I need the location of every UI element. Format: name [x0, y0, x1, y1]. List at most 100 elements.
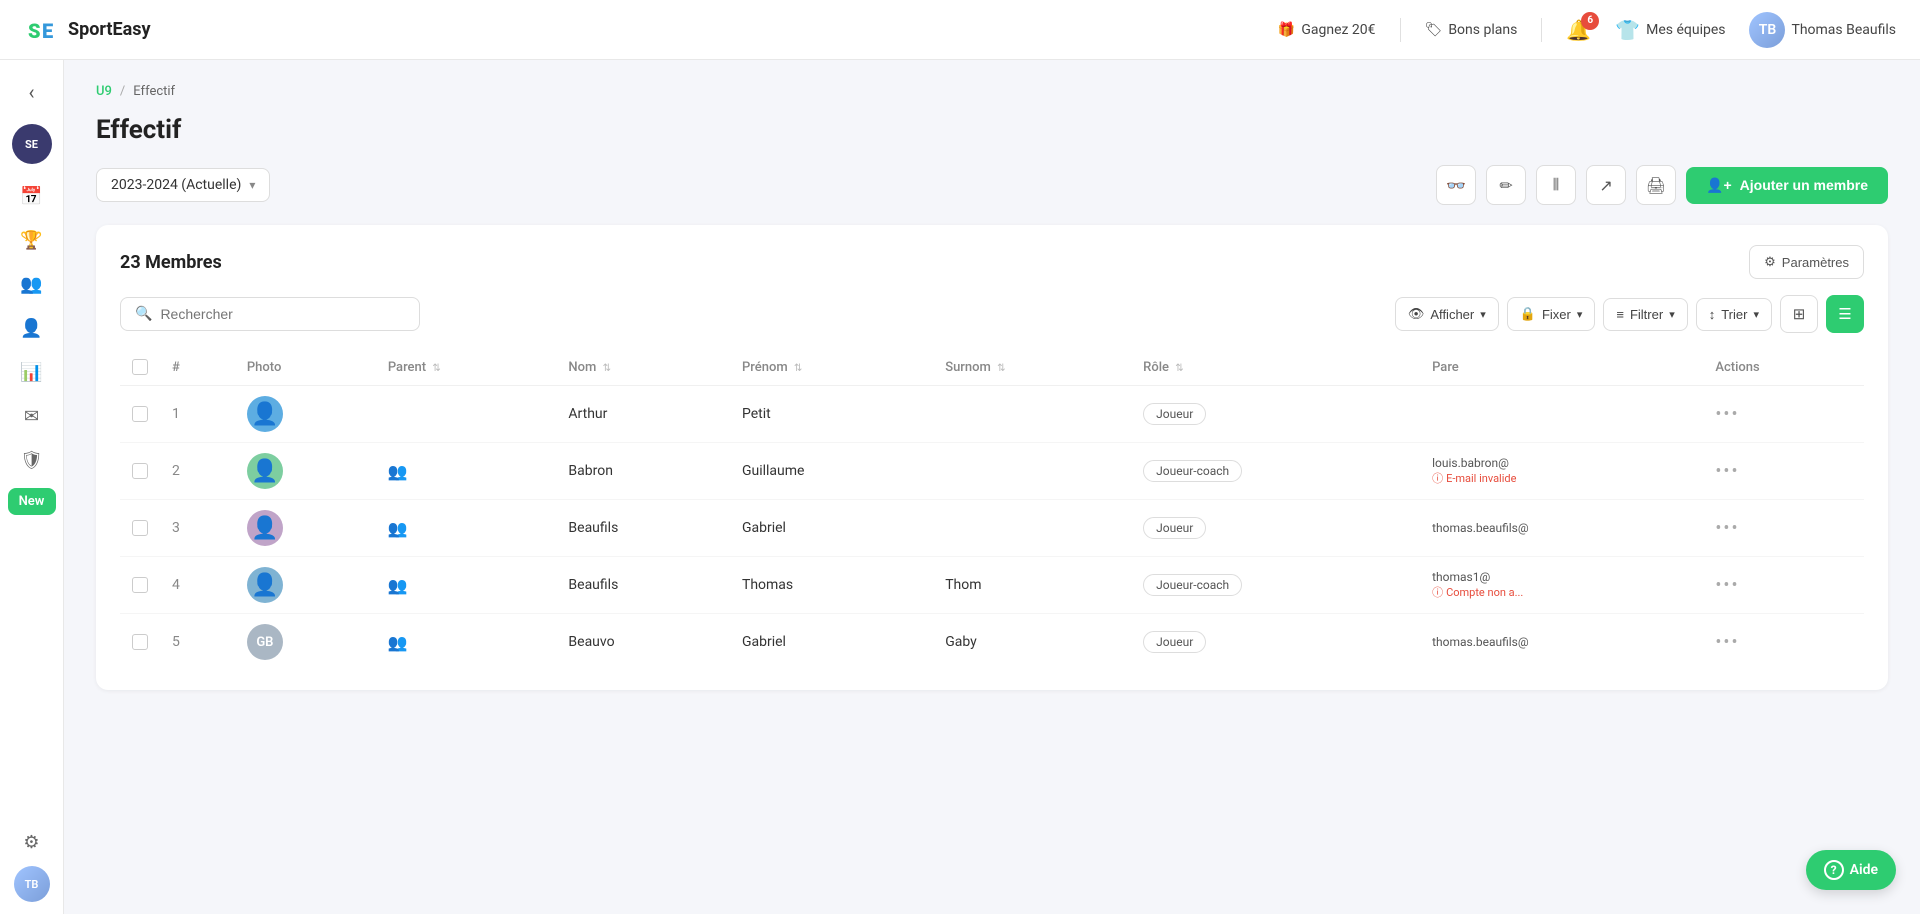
row-actions-2: ••• — [1703, 443, 1864, 500]
person-icon: 👤 — [20, 318, 42, 339]
sidebar-item-members[interactable]: 👥 — [12, 264, 52, 304]
user-menu[interactable]: TB Thomas Beaufils — [1749, 12, 1896, 48]
sidebar-back-button[interactable]: ‹ — [12, 72, 52, 112]
topnav: S E SportEasy 🎁 Gagnez 20€ 🏷 Bons plans … — [0, 0, 1920, 60]
filtrer-chevron-icon: ▾ — [1669, 308, 1675, 321]
trier-button[interactable]: ↕ Trier ▾ — [1696, 298, 1772, 331]
notifications-button[interactable]: 🔔 6 — [1566, 18, 1591, 42]
breadcrumb: U9 / Effectif — [96, 84, 1888, 99]
grid-icon: ⊞ — [1793, 305, 1806, 323]
search-input[interactable] — [160, 306, 405, 322]
list-view-button[interactable]: ☰ — [1826, 295, 1864, 333]
fixer-chevron-icon: ▾ — [1577, 308, 1583, 321]
th-parent: Parent ⇅ — [376, 349, 557, 386]
columns-icon: ⫼ — [1553, 177, 1559, 193]
season-selector[interactable]: 2023-2024 (Actuelle) ▾ — [96, 168, 270, 202]
more-button[interactable]: ••• — [1715, 518, 1739, 539]
row-surnom-3 — [933, 500, 1131, 557]
row-checkbox-3[interactable] — [132, 520, 148, 536]
role-badge: Joueur — [1143, 517, 1206, 539]
row-role-3: Joueur — [1131, 500, 1420, 557]
content-area: U9 / Effectif Effectif 2023-2024 (Actuel… — [64, 60, 1920, 914]
th-num: # — [160, 349, 235, 386]
afficher-button[interactable]: 👁 Afficher ▾ — [1395, 297, 1499, 331]
more-button[interactable]: ••• — [1715, 632, 1739, 653]
table-row: 4👤👥BeaufilsThomasThomJoueur-coachthomas1… — [120, 557, 1864, 614]
toolbar-actions: 👓 ✏ ⫼ ↗ 🖨 👤+ Ajouter un membre — [1436, 165, 1888, 205]
print-button[interactable]: 🖨 — [1636, 165, 1676, 205]
calendar-icon: 📅 — [20, 186, 42, 207]
more-button[interactable]: ••• — [1715, 461, 1739, 482]
th-role: Rôle ⇅ — [1131, 349, 1420, 386]
sidebar-item-chart[interactable]: 📊 — [12, 352, 52, 392]
row-checkbox-1[interactable] — [132, 406, 148, 422]
row-checkbox-2[interactable] — [132, 463, 148, 479]
filter-icon: ≡ — [1616, 307, 1624, 322]
eye-icon: 👁 — [1408, 306, 1425, 322]
teams-button[interactable]: 👕 Mes équipes — [1615, 18, 1725, 42]
row-parent-1 — [376, 386, 557, 443]
row-checkbox-4[interactable] — [132, 577, 148, 593]
row-actions-5: ••• — [1703, 614, 1864, 671]
row-parent-3: 👥 — [376, 500, 557, 557]
glasses-button[interactable]: 👓 — [1436, 165, 1476, 205]
help-button[interactable]: ? Aide — [1806, 850, 1896, 890]
filtrer-button[interactable]: ≡ Filtrer ▾ — [1603, 298, 1687, 331]
role-badge: Joueur — [1143, 403, 1206, 425]
glasses-icon: 👓 — [1446, 176, 1466, 195]
filter-actions: 👁 Afficher ▾ 🔒 Fixer ▾ ≡ Filtrer ▾ — [1395, 295, 1864, 333]
earn-button[interactable]: 🎁 Gagnez 20€ — [1278, 22, 1376, 38]
row-surnom-5: Gaby — [933, 614, 1131, 671]
season-label: 2023-2024 (Actuelle) — [111, 177, 241, 193]
add-member-button[interactable]: 👤+ Ajouter un membre — [1686, 167, 1888, 204]
gear-icon: ⚙ — [1764, 254, 1776, 270]
row-prenom-2: Guillaume — [730, 443, 933, 500]
table-row: 3👤👥BeaufilsGabrielJoueurthomas.beaufils@… — [120, 500, 1864, 557]
sidebar-item-mail[interactable]: ✉ — [12, 396, 52, 436]
lock-icon: 🔒 — [1520, 306, 1536, 322]
sidebar-user-avatar[interactable]: TB — [14, 866, 50, 902]
more-button[interactable]: ••• — [1715, 575, 1739, 596]
th-pare: Pare — [1420, 349, 1703, 386]
sidebar-item-calendar[interactable]: 📅 — [12, 176, 52, 216]
row-nom-5: Beauvo — [556, 614, 730, 671]
select-all-checkbox[interactable] — [132, 359, 148, 375]
notifications-badge: 6 — [1581, 12, 1599, 30]
share-button[interactable]: ↗ — [1586, 165, 1626, 205]
table-header: # Photo Parent ⇅ Nom ⇅ Prénom ⇅ Surnom ⇅… — [120, 349, 1864, 386]
tag-icon: 🏷 — [1425, 22, 1443, 38]
row-pare-5: thomas.beaufils@ — [1420, 614, 1703, 671]
row-num-2: 2 — [160, 443, 235, 500]
breadcrumb-current: Effectif — [133, 84, 175, 99]
deals-button[interactable]: 🏷 Bons plans — [1425, 22, 1518, 38]
row-nom-4: Beaufils — [556, 557, 730, 614]
row-role-2: Joueur-coach — [1131, 443, 1420, 500]
sidebar-item-person[interactable]: 👤 — [12, 308, 52, 348]
sidebar-settings-button[interactable]: ⚙ — [12, 822, 52, 862]
row-num-1: 1 — [160, 386, 235, 443]
sidebar-new-button[interactable]: New — [8, 488, 56, 515]
nav-divider-1 — [1400, 18, 1401, 42]
mail-icon: ✉ — [24, 406, 39, 427]
sidebar-item-trophy[interactable]: 🏆 — [12, 220, 52, 260]
row-photo-2: 👤 — [235, 443, 376, 500]
parameters-button[interactable]: ⚙ Paramètres — [1749, 245, 1864, 279]
topnav-avatar: TB — [1749, 12, 1785, 48]
row-num-4: 4 — [160, 557, 235, 614]
row-photo-4: 👤 — [235, 557, 376, 614]
fixer-button[interactable]: 🔒 Fixer ▾ — [1507, 297, 1596, 331]
sort-icon: ↕ — [1709, 307, 1716, 322]
row-actions-4: ••• — [1703, 557, 1864, 614]
search-box[interactable]: 🔍 — [120, 297, 420, 331]
parent-icon: 👥 — [388, 519, 408, 538]
columns-button[interactable]: ⫼ — [1536, 165, 1576, 205]
breadcrumb-team[interactable]: U9 — [96, 84, 112, 99]
row-checkbox-5[interactable] — [132, 634, 148, 650]
nav-divider-2 — [1541, 18, 1542, 42]
toolbar: 2023-2024 (Actuelle) ▾ 👓 ✏ ⫼ ↗ 🖨 — [96, 165, 1888, 205]
chevron-down-icon: ▾ — [249, 178, 255, 192]
more-button[interactable]: ••• — [1715, 404, 1739, 425]
sidebar-item-shield[interactable]: 🛡 — [12, 440, 52, 480]
edit-button[interactable]: ✏ — [1486, 165, 1526, 205]
grid-view-button[interactable]: ⊞ — [1780, 295, 1818, 333]
